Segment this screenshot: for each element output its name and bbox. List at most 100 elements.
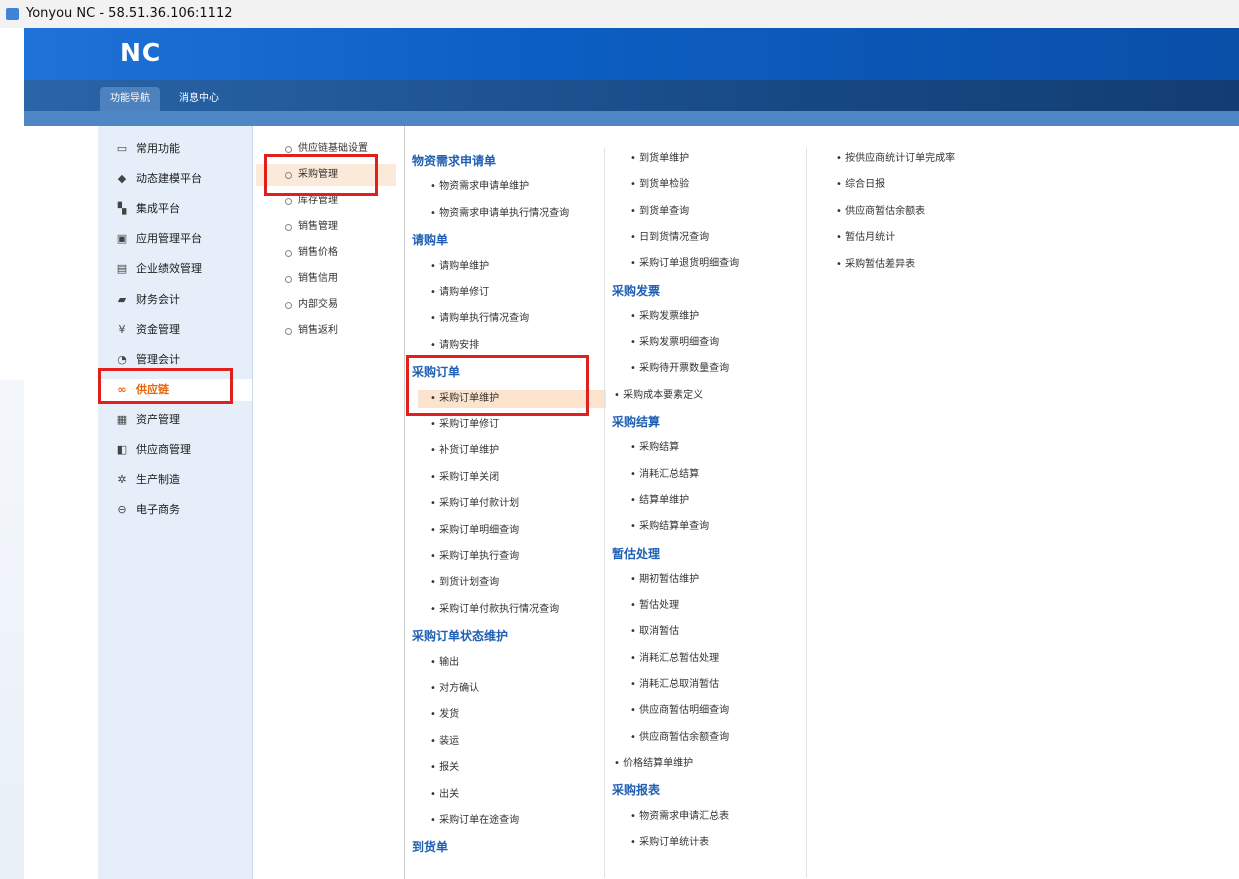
submenu-item[interactable]: 采购管理 (256, 164, 396, 186)
menu-function-link[interactable]: • 采购订单明细查询 (430, 522, 519, 540)
menu-function-link[interactable]: • 对方确认 (430, 680, 479, 698)
bullet-icon (285, 146, 292, 153)
menu-function-link[interactable]: • 采购订单退货明细查询 (630, 255, 739, 273)
submenu-item[interactable]: 销售返利 (256, 320, 396, 342)
menu-function-link[interactable]: • 取消暂估 (630, 623, 679, 641)
tab-bar: 功能导航 消息中心 (24, 80, 1239, 111)
submenu-item[interactable]: 销售价格 (256, 242, 396, 264)
sidebar-item[interactable]: ◧ 供应商管理 (98, 439, 252, 461)
sidebar-item-label: 应用管理平台 (136, 232, 202, 246)
menu-function-link[interactable]: • 采购订单修订 (430, 416, 499, 434)
menu-function-link[interactable]: • 请购单维护 (430, 258, 489, 276)
menu-function-link[interactable]: • 到货单维护 (630, 150, 689, 168)
sidebar-item-label: 动态建模平台 (136, 172, 202, 186)
menu-function-link[interactable]: • 到货单查询 (630, 203, 689, 221)
menu-function-link[interactable]: • 物资需求申请单执行情况查询 (430, 205, 569, 223)
menu-function-link[interactable]: • 请购安排 (430, 337, 479, 355)
menu-function-link[interactable]: • 消耗汇总取消暂估 (630, 676, 719, 694)
left-decoration (0, 380, 24, 879)
sidebar-item[interactable]: ∞ 供应链 (98, 378, 252, 401)
menu-group-heading: 采购结算 (612, 415, 661, 429)
menu-function-link[interactable]: • 采购成本要素定义 (614, 387, 703, 405)
menu-function-link[interactable]: • 采购订单维护 (418, 389, 606, 408)
sidebar-item-label: 常用功能 (136, 142, 180, 155)
window-title: Yonyou NC - 58.51.36.106:1112 (26, 6, 233, 21)
menu-function-link[interactable]: • 采购发票明细查询 (630, 334, 719, 352)
menu-function-link[interactable]: • 采购暂估差异表 (836, 256, 915, 274)
sidebar-item-label: 集成平台 (136, 202, 180, 216)
menu-function-link[interactable]: • 综合日报 (836, 176, 885, 194)
submenu-item-label: 销售返利 (298, 325, 338, 336)
menu-function-link[interactable]: • 供应商暂估余额查询 (630, 729, 729, 747)
sidebar-item-label: 电子商务 (136, 503, 180, 517)
menu-group-heading: 物资需求申请单 (412, 154, 497, 168)
sidebar-item-label: 资产管理 (136, 412, 180, 426)
menu-function-link[interactable]: • 物资需求申请汇总表 (630, 808, 729, 826)
sidebar-item[interactable]: ◆ 动态建模平台 (98, 168, 252, 190)
menu-function-link[interactable]: • 采购订单关闭 (430, 469, 499, 487)
menu-function-link[interactable]: • 价格结算单维护 (614, 755, 693, 773)
tab-function-navigation[interactable]: 功能导航 (100, 87, 160, 111)
header-banner: NC (24, 28, 1239, 80)
tab-message-center[interactable]: 消息中心 (169, 87, 229, 111)
menu-function-link[interactable]: • 按供应商统计订单完成率 (836, 150, 955, 168)
menu-function-link[interactable]: • 采购订单在途查询 (430, 812, 519, 830)
menu-function-link[interactable]: • 出关 (430, 786, 459, 804)
menu-group-heading: 到货单 (412, 840, 449, 855)
menu-function-link[interactable]: • 采购订单执行查询 (430, 548, 519, 566)
menu-function-link[interactable]: • 物资需求申请单维护 (430, 178, 529, 196)
menu-function-link[interactable]: • 日到货情况查询 (630, 229, 709, 247)
menu-function-link[interactable]: • 采购订单付款计划 (430, 495, 519, 513)
sidebar-item[interactable]: ⊖ 电子商务 (98, 499, 252, 521)
menu-function-link[interactable]: • 请购单执行情况查询 (430, 310, 529, 328)
menu-function-link[interactable]: • 结算单维护 (630, 492, 689, 510)
sidebar-item[interactable]: ◔ 管理会计 (98, 349, 252, 371)
menu-function-link[interactable]: • 采购待开票数量查询 (630, 360, 729, 378)
submenu-item-label: 供应链基础设置 (298, 143, 368, 154)
menu-function-link[interactable]: • 供应商暂估余额表 (836, 203, 925, 221)
menu-function-link[interactable]: • 消耗汇总暂估处理 (630, 650, 719, 668)
submenu-item[interactable]: 内部交易 (256, 294, 396, 316)
sidebar-item[interactable]: ▤ 企业绩效管理 (98, 258, 252, 280)
menu-function-link[interactable]: • 装运 (430, 733, 459, 751)
submenu-item[interactable]: 销售信用 (256, 268, 396, 290)
menu-function-link[interactable]: • 请购单修订 (430, 284, 489, 302)
supplier-icon: ◧ (116, 443, 128, 456)
sidebar-item[interactable]: ▭ 常用功能 (98, 138, 252, 160)
menu-function-link[interactable]: • 到货计划查询 (430, 574, 499, 592)
sidebar-item[interactable]: ¥ 资金管理 (98, 319, 252, 341)
menu-function-link[interactable]: • 补货订单维护 (430, 442, 499, 460)
menu-function-link[interactable]: • 报关 (430, 759, 459, 777)
sidebar-item[interactable]: ✲ 生产制造 (98, 469, 252, 491)
submenu-item-label: 采购管理 (298, 169, 338, 180)
menu-function-link[interactable]: • 暂估月统计 (836, 229, 895, 247)
menu-function-link[interactable]: • 采购结算 (630, 439, 679, 457)
bullet-icon (285, 302, 292, 309)
sidebar-item[interactable]: ▚ 集成平台 (98, 198, 252, 220)
menu-function-link[interactable]: • 消耗汇总结算 (630, 466, 699, 484)
sidebar-item-label: 供应商管理 (136, 443, 191, 456)
panel-divider (404, 126, 405, 879)
sidebar-item[interactable]: ▰ 财务会计 (98, 289, 252, 311)
window-titlebar: Yonyou NC - 58.51.36.106:1112 (0, 0, 1239, 28)
menu-function-link[interactable]: • 输出 (430, 654, 459, 672)
menu-function-link[interactable]: • 暂估处理 (630, 597, 679, 615)
submenu-item-label: 库存管理 (298, 195, 338, 206)
submenu-item[interactable]: 库存管理 (256, 190, 396, 212)
menu-function-link[interactable]: • 采购订单付款执行情况查询 (430, 601, 559, 619)
menu-function-link[interactable]: • 采购订单统计表 (630, 834, 709, 852)
sidebar-item[interactable]: ▦ 资产管理 (98, 409, 252, 431)
sidebar-item[interactable]: ▣ 应用管理平台 (98, 228, 252, 250)
app-icon (6, 8, 19, 20)
cube-icon: ◆ (117, 172, 127, 186)
submenu-item[interactable]: 供应链基础设置 (256, 138, 396, 160)
menu-function-link[interactable]: • 到货单检验 (630, 176, 689, 194)
bullet-icon (285, 198, 292, 205)
menu-function-link[interactable]: • 采购结算单查询 (630, 518, 709, 536)
menu-function-link[interactable]: • 供应商暂估明细查询 (630, 702, 729, 720)
menu-function-link[interactable]: • 期初暂估维护 (630, 571, 699, 589)
submenu-item[interactable]: 销售管理 (256, 216, 396, 238)
table-icon: ▤ (116, 262, 128, 276)
menu-function-link[interactable]: • 发货 (430, 706, 459, 724)
menu-function-link[interactable]: • 采购发票维护 (630, 308, 699, 326)
